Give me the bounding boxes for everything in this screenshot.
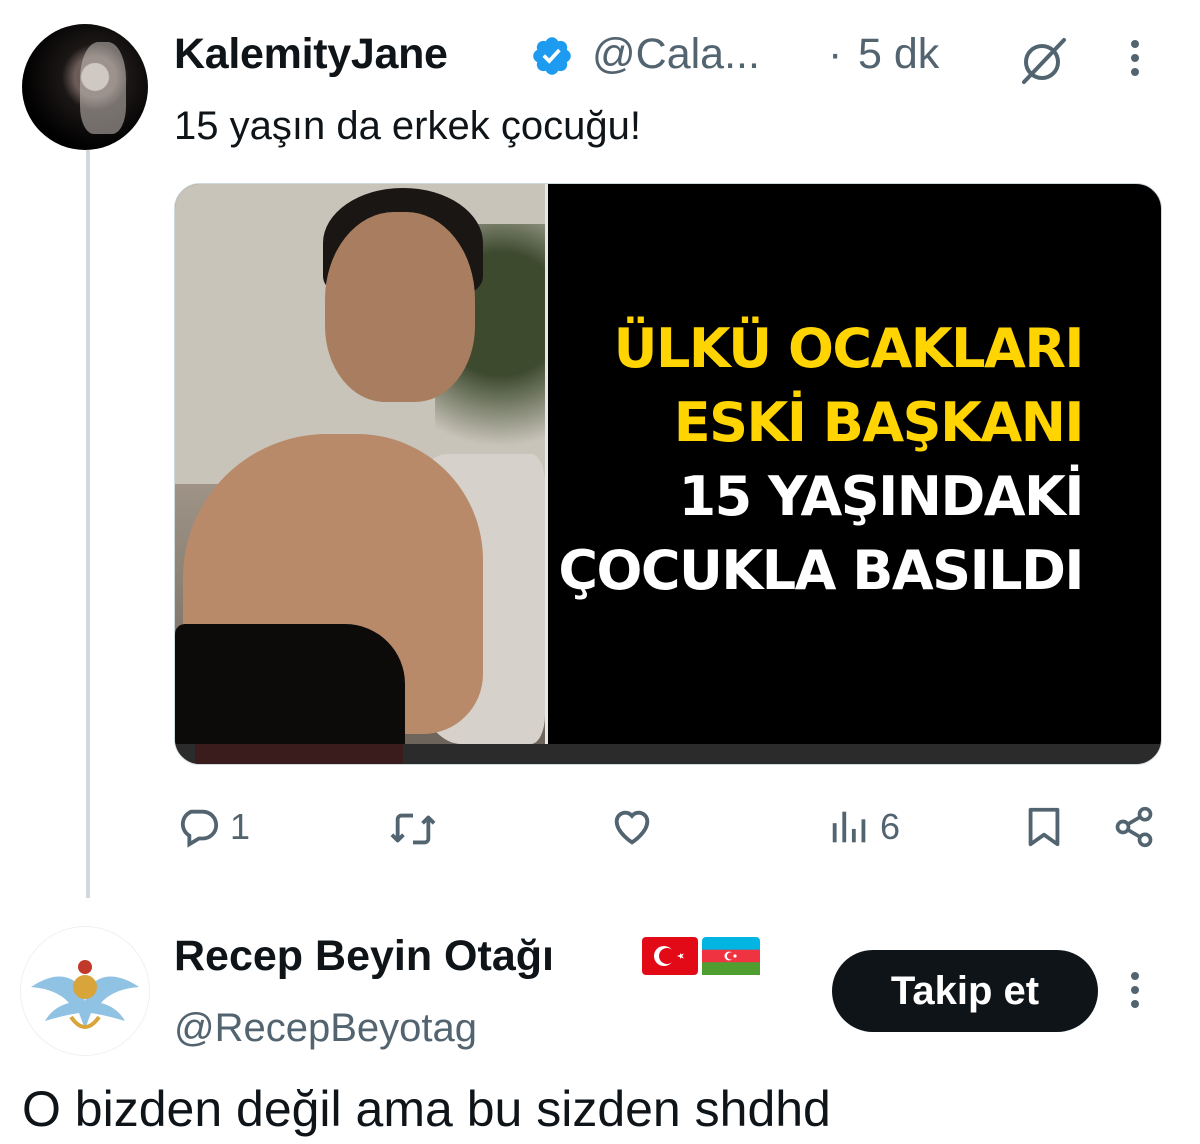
bookmark-icon [1028, 807, 1060, 847]
reply-button[interactable]: 1 [174, 804, 250, 850]
headline-line-4: ÇOCUKLA BASILDI [558, 539, 1084, 602]
reply-author-avatar[interactable] [20, 926, 150, 1056]
retweet-button[interactable] [388, 806, 438, 852]
author-handle[interactable]: @Cala... [592, 30, 760, 79]
more-options-icon[interactable] [1122, 36, 1148, 80]
bookmark-button[interactable] [1024, 804, 1064, 850]
eagle-emblem-icon [31, 960, 139, 1029]
like-button[interactable] [608, 804, 656, 850]
headline-line-2: ESKİ BAŞKANI [673, 391, 1085, 454]
follow-button[interactable]: Takip et [832, 950, 1098, 1032]
share-button[interactable] [1112, 804, 1156, 850]
separator-dot: · [828, 30, 843, 78]
thread-connector-line [86, 150, 90, 898]
tweet-timestamp[interactable]: 5 dk [858, 30, 939, 79]
turkey-flag-icon [642, 937, 698, 975]
verified-badge-icon[interactable] [530, 34, 574, 78]
more-options-icon[interactable] [1122, 968, 1148, 1012]
reply-author-name[interactable]: Recep Beyin Otağı [174, 932, 554, 981]
tweet-media-video[interactable]: ÜLKÜ OCAKLARI ESKİ BAŞKANI 15 YAŞINDAKİ … [174, 183, 1162, 765]
retweet-icon [390, 813, 436, 845]
headline-line-3: 15 YAŞINDAKİ [678, 465, 1085, 528]
headline-line-1: ÜLKÜ OCAKLARI [613, 317, 1085, 380]
tweet-text: 15 yaşın da erkek çocuğu! [174, 104, 641, 148]
reply-author-handle[interactable]: @RecepBeyotag [174, 1006, 477, 1051]
grok-icon[interactable] [1018, 34, 1070, 86]
thumbnail-divider [545, 184, 548, 744]
views-button[interactable]: 6 [830, 804, 900, 850]
author-avatar[interactable] [22, 24, 148, 150]
reply-text: O bizden değil ama bu sizden shdhd [22, 1081, 831, 1137]
video-thumbnail-photo [175, 184, 545, 744]
reply-icon [180, 809, 219, 848]
reply-count: 1 [230, 806, 251, 847]
media-headline: ÜLKÜ OCAKLARI ESKİ BAŞKANI 15 YAŞINDAKİ … [555, 312, 1085, 608]
author-name[interactable]: KalemityJane [174, 30, 448, 79]
share-icon [1115, 806, 1153, 848]
views-count: 6 [880, 806, 901, 847]
azerbaijan-flag-icon [702, 937, 760, 975]
heart-icon [614, 810, 650, 845]
views-chart-icon [832, 811, 866, 843]
video-progress-fill [195, 744, 403, 764]
